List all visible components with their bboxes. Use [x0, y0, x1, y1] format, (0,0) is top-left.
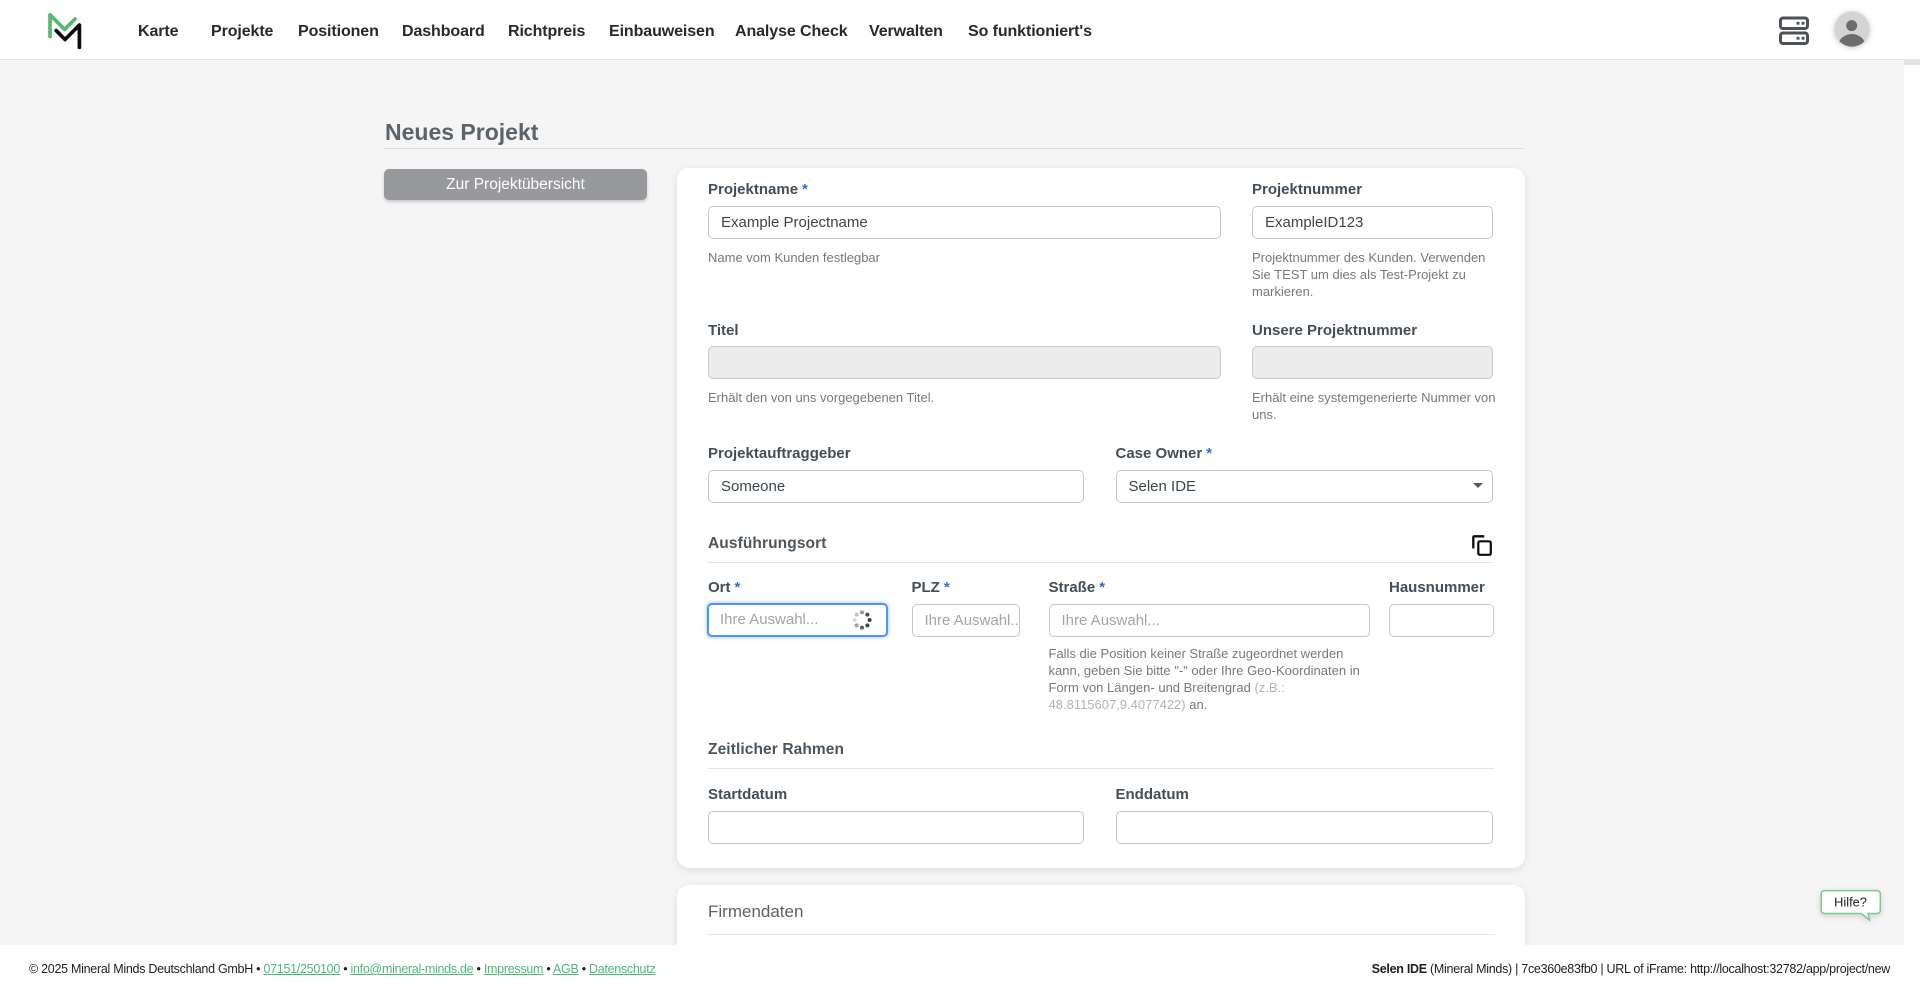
svg-text:Hilfe?: Hilfe?: [1834, 895, 1867, 910]
